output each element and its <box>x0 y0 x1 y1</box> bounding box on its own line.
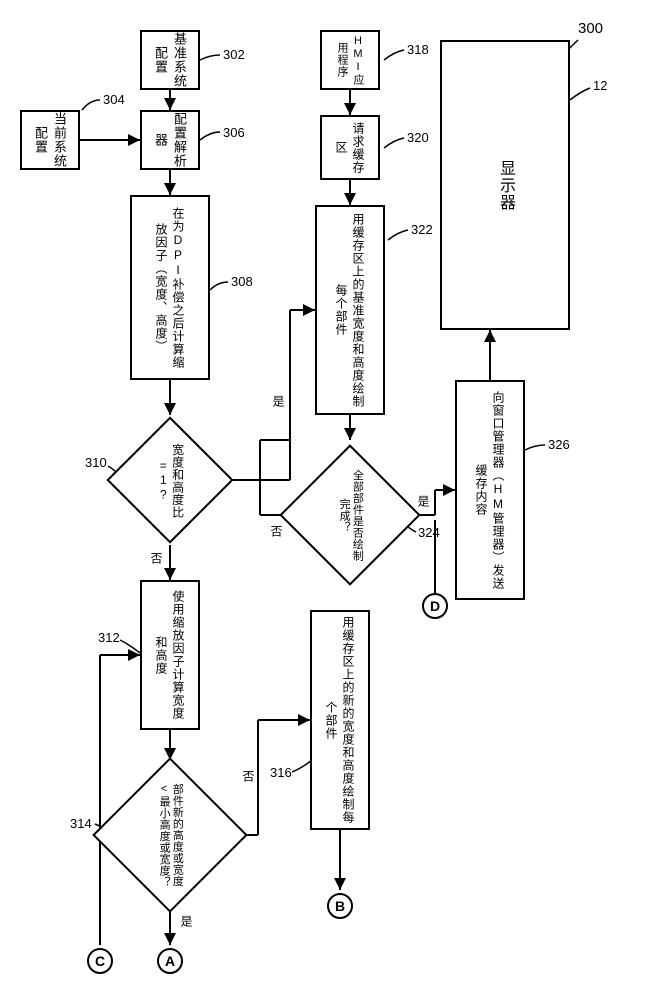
node-text: 部件新的高度或宽度<最小高度或宽度？ <box>158 783 183 888</box>
node-text: 显示器 <box>493 160 517 211</box>
node-text: 基准系统配置 <box>151 32 189 88</box>
figure-number-label: 300 <box>578 20 603 37</box>
node-text: 当前系统配置 <box>31 112 69 168</box>
node-id-label-316: 316 <box>270 765 292 780</box>
edge-label-no: 否 <box>268 525 285 537</box>
connector-label: D <box>430 598 440 614</box>
node-text: 在为DPI补偿之后计算缩放因子（宽度、高度） <box>153 201 187 374</box>
edge-label-no: 否 <box>240 770 257 782</box>
off-page-connector-b: B <box>327 893 353 919</box>
process-box-316: 用缓存区上的新的宽度和高度绘制每个部件 <box>310 610 370 830</box>
process-box-display: 显示器 <box>440 40 570 330</box>
node-id-label-324: 324 <box>418 525 440 540</box>
node-text: 向窗口管理器（HM管理器）发送缓存内容 <box>473 386 507 594</box>
process-box-308: 在为DPI补偿之后计算缩放因子（宽度、高度） <box>130 195 210 380</box>
connector-label: C <box>95 953 105 969</box>
decision-diamond-324: 全部部件是否绘制完成？ <box>279 444 420 585</box>
process-box-320: 请求缓存区 <box>320 115 380 180</box>
node-id-label-326: 326 <box>548 437 570 452</box>
process-box-306: 配置解析器 <box>140 110 200 170</box>
node-id-label-318: 318 <box>407 42 429 57</box>
node-text: 用缓存区上的新的宽度和高度绘制每个部件 <box>323 616 357 824</box>
process-box-326: 向窗口管理器（HM管理器）发送缓存内容 <box>455 380 525 600</box>
node-id-label-306: 306 <box>223 125 245 140</box>
connector-label: A <box>165 953 175 969</box>
process-box-318: HMI应用程序 <box>320 30 380 90</box>
edge-label-no: 否 <box>148 552 165 564</box>
node-text: 用缓存区上的基准宽度和高度绘制每个部件 <box>333 211 367 409</box>
off-page-connector-c: C <box>87 948 113 974</box>
node-text: 使用缩放因子计算宽度和高度 <box>153 586 187 724</box>
node-id-label-312: 312 <box>98 630 120 645</box>
node-text: 全部部件是否绘制完成？ <box>338 469 363 561</box>
node-id-label-308: 308 <box>231 274 253 289</box>
node-text: 宽度和高度比=1? <box>156 443 184 518</box>
node-id-label-314: 314 <box>70 816 92 831</box>
process-box-322: 用缓存区上的基准宽度和高度绘制每个部件 <box>315 205 385 415</box>
node-id-label-310: 310 <box>85 455 107 470</box>
node-text: 请求缓存区 <box>333 117 367 178</box>
edge-label-yes: 是 <box>415 495 432 507</box>
node-id-label-302: 302 <box>223 47 245 62</box>
process-box-302: 基准系统配置 <box>140 30 200 90</box>
edge-label-yes: 是 <box>178 915 195 927</box>
node-text: HMI应用程序 <box>334 32 366 88</box>
process-box-304: 当前系统配置 <box>20 110 80 170</box>
node-id-label-320: 320 <box>407 130 429 145</box>
edge-label-yes: 是 <box>270 395 287 407</box>
node-id-label-322: 322 <box>411 222 433 237</box>
off-page-connector-a: A <box>157 948 183 974</box>
decision-diamond-310: 宽度和高度比=1? <box>106 416 233 543</box>
node-id-label-12: 12 <box>593 78 607 93</box>
node-text: 配置解析器 <box>151 112 189 168</box>
connector-label: B <box>335 898 345 914</box>
decision-diamond-314: 部件新的高度或宽度<最小高度或宽度？ <box>92 757 248 913</box>
node-id-label-304: 304 <box>103 92 125 107</box>
flowchart-diagram: 300 基准系统配置 302 当前系统配置 304 配置解析器 306 在为DP… <box>0 0 650 1000</box>
off-page-connector-d: D <box>422 593 448 619</box>
process-box-312: 使用缩放因子计算宽度和高度 <box>140 580 200 730</box>
